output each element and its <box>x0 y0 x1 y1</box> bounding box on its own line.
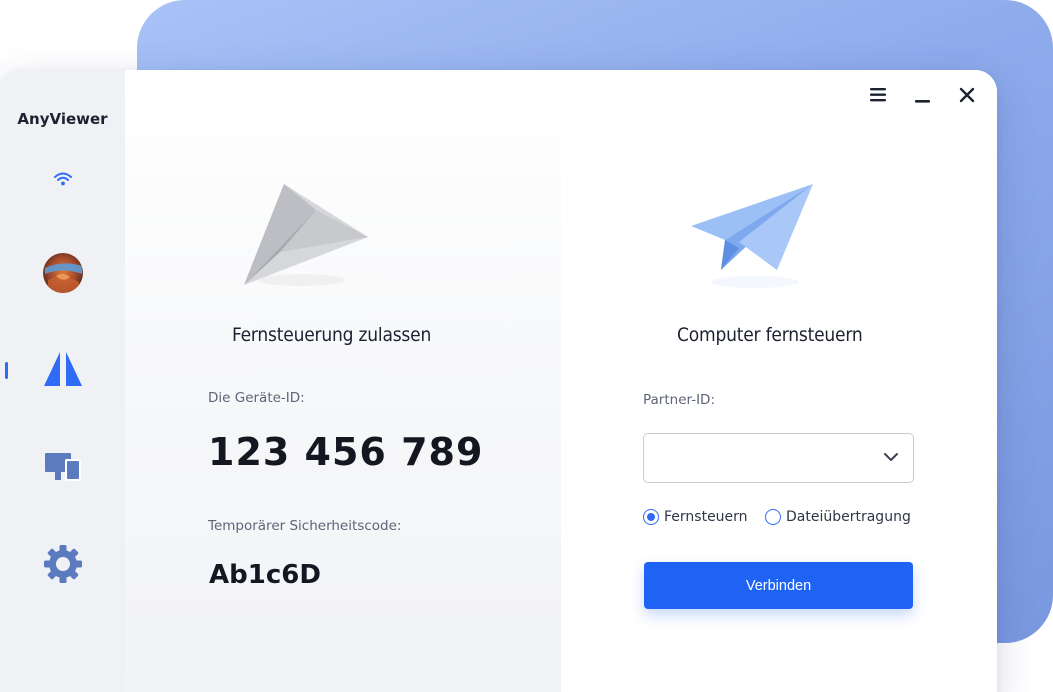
allow-remote-panel: Fernsteuerung zulassen Die Geräte-ID: 12… <box>125 70 561 692</box>
chevron-down-icon[interactable] <box>883 451 899 463</box>
security-code-label: Temporärer Sicherheitscode: <box>208 518 402 534</box>
paper-plane-blue-icon <box>691 184 813 288</box>
close-icon <box>959 87 975 103</box>
minimize-icon <box>915 100 930 103</box>
app-window: AnyViewer Fernsteuerung zulassen Die Ger… <box>0 70 997 692</box>
wifi-icon <box>53 172 72 186</box>
avatar-icon <box>42 253 83 293</box>
partner-id-label: Partner-ID: <box>643 392 715 408</box>
security-code-value: Ab1c6D <box>209 560 321 590</box>
radio-unselected-icon[interactable] <box>765 509 781 525</box>
sidebar-item-account[interactable] <box>0 252 125 294</box>
sidebar-item-settings[interactable] <box>0 544 125 584</box>
partner-id-combobox[interactable] <box>643 433 914 484</box>
device-id-value: 123 456 789 <box>208 430 484 474</box>
sidebar-item-devices[interactable] <box>0 451 125 483</box>
anyviewer-logo-icon <box>43 352 82 386</box>
paper-plane-gray-icon <box>244 184 368 286</box>
minimize-button[interactable] <box>912 84 934 106</box>
mode-remote-control-radio[interactable]: Fernsteuern <box>643 509 748 525</box>
device-id-label: Die Geräte-ID: <box>208 390 305 406</box>
stage: AnyViewer Fernsteuerung zulassen Die Ger… <box>0 0 1053 692</box>
main-area: Fernsteuerung zulassen Die Geräte-ID: 12… <box>125 70 997 692</box>
close-button[interactable] <box>956 84 978 106</box>
devices-icon <box>44 453 81 481</box>
control-panel-title: Computer fernsteuern <box>677 324 863 346</box>
partner-id-input[interactable] <box>656 434 870 484</box>
mode-file-transfer-radio[interactable]: Dateiübertragung <box>765 509 911 525</box>
menu-button[interactable] <box>867 84 889 106</box>
connect-button[interactable]: Verbinden <box>644 562 913 609</box>
hamburger-menu-icon <box>870 88 886 102</box>
sidebar: AnyViewer <box>0 70 125 692</box>
app-name: AnyViewer <box>17 110 108 128</box>
allow-panel-title: Fernsteuerung zulassen <box>232 324 432 346</box>
mode-remote-control-label: Fernsteuern <box>664 509 748 525</box>
radio-selected-icon[interactable] <box>643 509 659 525</box>
sidebar-item-connection[interactable] <box>0 171 125 187</box>
gear-icon <box>43 545 82 583</box>
mode-file-transfer-label: Dateiübertragung <box>786 509 911 525</box>
sidebar-item-remote[interactable] <box>0 351 125 387</box>
